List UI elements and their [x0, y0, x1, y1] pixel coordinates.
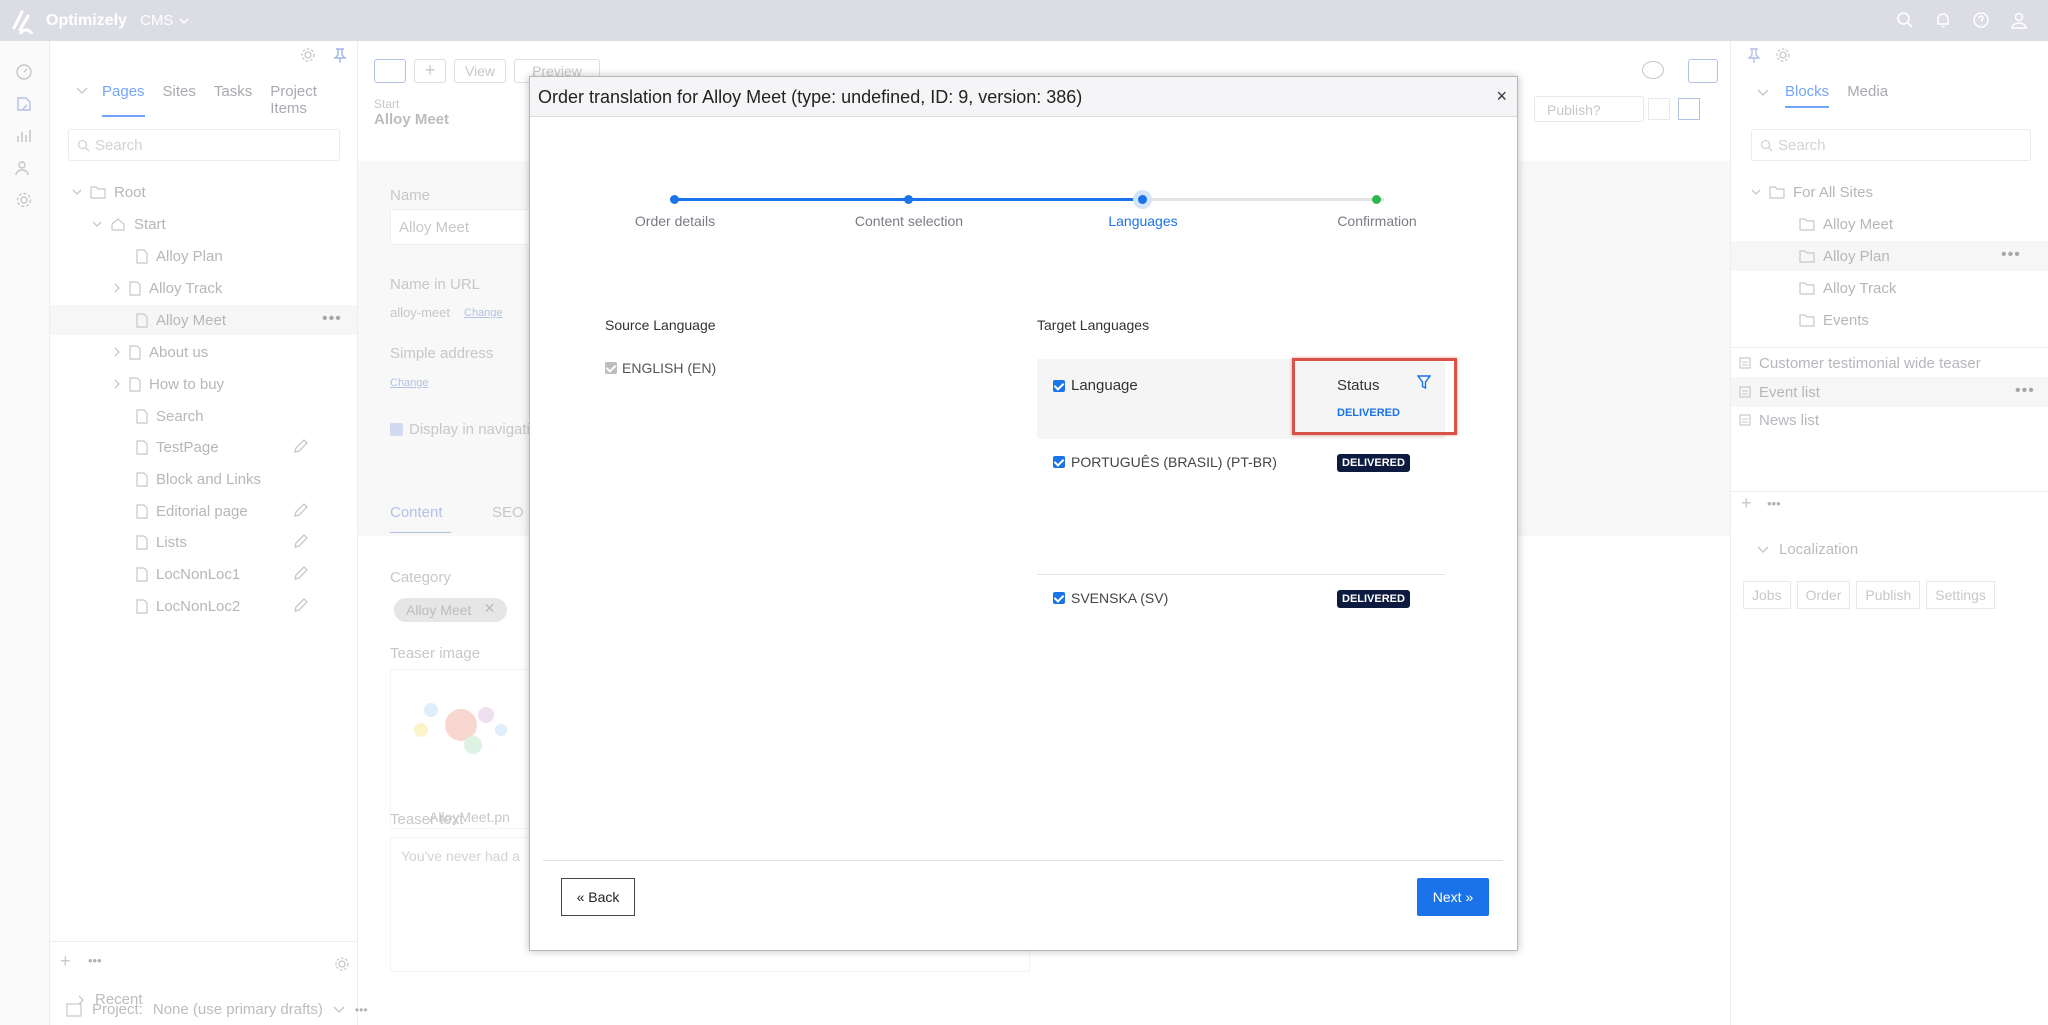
checkbox-disabled	[605, 362, 617, 374]
target-languages-label: Target Languages	[1037, 317, 1150, 333]
dialog-title: Order translation for Alloy Meet (type: …	[538, 87, 1083, 107]
dialog-header: Order translation for Alloy Meet (type: …	[530, 77, 1517, 117]
status-badge: DELIVERED	[1337, 454, 1410, 472]
step-confirmation: Confirmation	[1337, 213, 1417, 229]
step-content-selection: Content selection	[854, 213, 964, 229]
source-language-name: ENGLISH (EN)	[622, 360, 717, 376]
step-order-details: Order details	[634, 213, 716, 229]
language-row: SVENSKA (SV) DELIVERED	[1037, 575, 1445, 635]
source-language-label: Source Language	[605, 317, 716, 333]
next-button[interactable]: Next »	[1417, 878, 1489, 916]
select-all-checkbox[interactable]	[1053, 379, 1065, 392]
status-column-highlight	[1292, 358, 1457, 435]
step-languages: Languages	[1108, 213, 1178, 229]
step-dot	[1372, 195, 1381, 204]
back-button[interactable]: « Back	[561, 878, 635, 916]
language-row: PORTUGUÊS (BRASIL) (PT-BR) DELIVERED	[1037, 439, 1445, 575]
language-column-header: Language	[1071, 377, 1138, 394]
step-progress-line	[675, 198, 1151, 201]
language-checkbox[interactable]	[1053, 456, 1065, 468]
language-name: PORTUGUÊS (BRASIL) (PT-BR)	[1071, 454, 1277, 470]
dialog-footer-divider	[543, 860, 1503, 861]
step-dot-active	[1138, 195, 1147, 204]
language-name: SVENSKA (SV)	[1071, 590, 1169, 606]
wizard-steps: Order details Content selection Language…	[530, 187, 1517, 247]
language-checkbox[interactable]	[1053, 592, 1065, 604]
step-dot	[904, 195, 913, 204]
step-remaining-line	[1151, 198, 1384, 201]
source-language-item: ENGLISH (EN)	[605, 360, 716, 376]
order-translation-dialog: Order translation for Alloy Meet (type: …	[529, 76, 1518, 951]
close-icon[interactable]: ×	[1496, 86, 1507, 107]
step-dot	[670, 195, 679, 204]
status-badge: DELIVERED	[1337, 590, 1410, 608]
